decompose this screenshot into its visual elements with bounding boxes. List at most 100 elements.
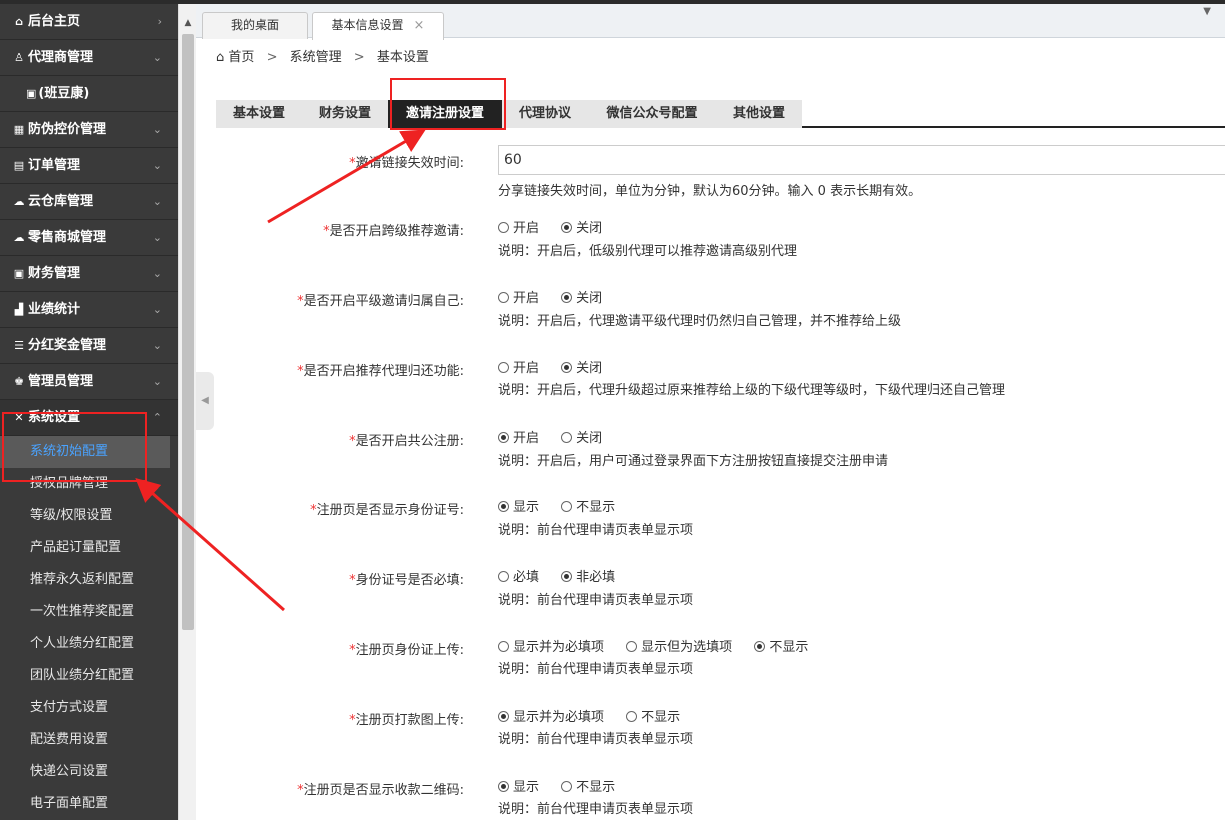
id-required-options: 必填 非必填 [498,566,633,585]
id-required-description: 说明：前台代理申请页表单显示项 [498,593,694,608]
payment-proof-options: 显示并为必填项 不显示 [498,706,698,725]
chevron-down-icon: ⌄ [152,267,162,280]
expire-label: *邀请链接失效时间: [349,156,464,171]
scroll-up-icon[interactable]: ▲ [179,16,197,30]
sidebar-link-personal-dividend[interactable]: 个人业绩分红配置 [0,628,178,660]
payment-proof-required-radio[interactable]: 显示并为必填项 [498,706,604,725]
sidebar-scrollbar[interactable]: ▲ [178,4,196,820]
public-register-on-radio[interactable]: 开启 [498,427,539,446]
show-id-hide-radio[interactable]: 不显示 [561,496,615,515]
breadcrumb-home[interactable]: 首页 [228,50,254,65]
sidebar-link-e-waybill[interactable]: 电子面单配置 [0,788,178,820]
sidebar-link-permanent-rebate[interactable]: 推荐永久返利配置 [0,564,178,596]
same-level-off-radio[interactable]: 关闭 [561,287,602,306]
tools-icon: ✕ [14,411,24,424]
tab-my-desktop[interactable]: 我的桌面 [202,12,308,39]
cross-level-description: 说明：开启后，低级别代理可以推荐邀请高级别代理 [498,244,798,259]
chevron-up-icon: ⌃ [152,411,162,424]
public-register-description: 说明：开启后，用户可通过登录界面下方注册按钮直接提交注册申请 [498,454,889,469]
sidebar-link-one-time-reward[interactable]: 一次性推荐奖配置 [0,596,178,628]
sidebar-item-orders[interactable]: ▤ 订单管理 ⌄ [0,148,178,184]
sidebar-item-agent-management[interactable]: ♙ 代理商管理 ⌄ [0,40,178,76]
sidebar-item-performance[interactable]: ▟ 业绩统计 ⌄ [0,292,178,328]
sidebar-item-anti-fake[interactable]: ▦ 防伪控价管理 ⌄ [0,112,178,148]
chevron-left-icon: ◀ [201,395,209,406]
show-id-options: 显示 不显示 [498,496,633,515]
sidebar-link-courier[interactable]: 快递公司设置 [0,756,178,788]
chevron-down-icon: ⌄ [152,123,162,136]
barcode-icon: ▦ [13,123,25,136]
show-id-show-radio[interactable]: 显示 [498,496,539,515]
payment-proof-label: *注册页打款图上传: [349,713,464,728]
settings-tabs: 基本设置 财务设置 邀请注册设置 代理协议 微信公众号配置 其他设置 [216,100,1225,128]
home-icon: ⌂ [216,50,225,65]
cross-level-label: *是否开启跨级推荐邀请: [323,224,464,239]
return-agent-description: 说明：开启后，代理升级超过原来推荐给上级的下级代理等级时，下级代理归还自己管理 [498,383,1006,398]
sidebar-link-level-permission[interactable]: 等级/权限设置 [0,500,178,532]
ledger-icon: ▣ [13,267,25,280]
close-icon[interactable]: × [414,18,425,33]
chevron-down-icon: ⌄ [152,51,162,64]
id-upload-optional-radio[interactable]: 显示但为选填项 [626,636,732,655]
chevron-down-icon: ⌄ [152,231,162,244]
cross-level-off-radio[interactable]: 关闭 [561,217,602,236]
payment-proof-hide-radio[interactable]: 不显示 [626,706,680,725]
id-required-yes-radio[interactable]: 必填 [498,566,539,585]
sidebar-item-cloud-warehouse[interactable]: ☁ 云仓库管理 ⌄ [0,184,178,220]
tab-menu-icon[interactable]: ▼ [1203,6,1211,17]
id-required-no-radio[interactable]: 非必填 [561,566,615,585]
sidebar-item-retail-mall[interactable]: ☁ 零售商城管理 ⌄ [0,220,178,256]
qr-code-show-radio[interactable]: 显示 [498,776,539,795]
admin-icon: ♚ [14,375,24,388]
tab-other-settings[interactable]: 其他设置 [716,100,802,128]
scroll-thumb[interactable] [182,34,194,630]
sidebar-link-shipping-fees[interactable]: 配送费用设置 [0,724,178,756]
id-upload-hide-radio[interactable]: 不显示 [754,636,808,655]
sidebar-item-system-settings[interactable]: ✕ 系统设置 ⌃ [0,400,178,436]
same-level-label: *是否开启平级邀请归属自己: [297,294,464,309]
tab-wechat-config[interactable]: 微信公众号配置 [588,100,716,128]
id-card-icon: ▣ [26,87,37,100]
bar-chart-icon: ▟ [14,303,24,316]
payment-proof-description: 说明：前台代理申请页表单显示项 [498,732,694,747]
sidebar-item-home[interactable]: ⌂ 后台主页 › [0,4,178,40]
sidebar-item-admin[interactable]: ♚ 管理员管理 ⌄ [0,364,178,400]
id-upload-description: 说明：前台代理申请页表单显示项 [498,662,694,677]
public-register-off-radio[interactable]: 关闭 [561,427,602,446]
qr-code-description: 说明：前台代理申请页表单显示项 [498,802,694,817]
sidebar-item-dividend[interactable]: ☰ 分红奖金管理 ⌄ [0,328,178,364]
sidebar-link-brand-auth[interactable]: 授权品牌管理 [0,468,178,500]
cloud-icon: ☁ [13,195,25,208]
tab-strip: 我的桌面 基本信息设置 × ▼ [196,4,1225,40]
breadcrumb: ⌂ 首页 > 系统管理 > 基本设置 [216,48,429,68]
show-id-label: *注册页是否显示身份证号: [310,503,464,518]
qr-code-hide-radio[interactable]: 不显示 [561,776,615,795]
chevron-down-icon: ⌄ [152,303,162,316]
sidebar-link-min-order[interactable]: 产品起订量配置 [0,532,178,564]
cross-level-on-radio[interactable]: 开启 [498,217,539,236]
chevron-right-icon: › [157,15,162,28]
sidebar-link-team-dividend[interactable]: 团队业绩分红配置 [0,660,178,692]
chevron-down-icon: ⌄ [152,375,162,388]
tab-invite-register-settings[interactable]: 邀请注册设置 [388,100,502,128]
sidebar-item-finance[interactable]: ▣ 财务管理 ⌄ [0,256,178,292]
tab-basic-info-settings[interactable]: 基本信息设置 × [312,12,444,40]
tab-finance-settings[interactable]: 财务设置 [302,100,388,128]
breadcrumb-system-management[interactable]: 系统管理 [290,50,342,65]
qr-code-options: 显示 不显示 [498,776,633,795]
id-upload-required-radio[interactable]: 显示并为必填项 [498,636,604,655]
tab-basic-settings[interactable]: 基本设置 [216,100,302,128]
return-agent-label: *是否开启推荐代理归还功能: [297,364,464,379]
collapse-sidebar-handle[interactable]: ◀ [196,372,214,430]
expire-description: 分享链接失效时间，单位为分钟，默认为60分钟。输入 0 表示长期有效。 [498,184,922,199]
breadcrumb-separator: > [266,50,278,65]
same-level-on-radio[interactable]: 开启 [498,287,539,306]
sidebar-subitem-bandoukang[interactable]: ▣ (班豆康) [0,76,178,112]
return-agent-on-radio[interactable]: 开启 [498,357,539,376]
sidebar-link-payment-methods[interactable]: 支付方式设置 [0,692,178,724]
chevron-down-icon: ⌄ [152,159,162,172]
expire-time-input[interactable] [498,145,1225,175]
sidebar-link-system-init[interactable]: 系统初始配置 [0,436,170,468]
return-agent-off-radio[interactable]: 关闭 [561,357,602,376]
tab-agent-agreement[interactable]: 代理协议 [502,100,588,128]
